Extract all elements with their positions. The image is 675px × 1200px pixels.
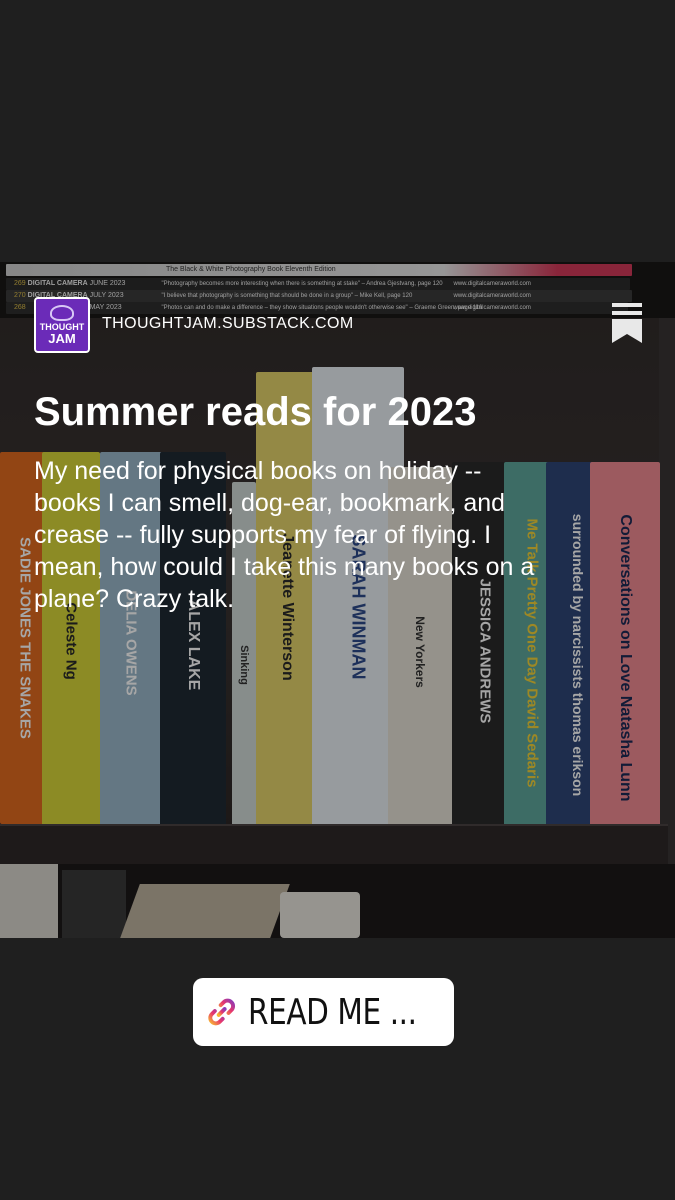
post-excerpt: My need for physical books on holiday --… <box>34 457 535 613</box>
post-title: Summer reads for 2023 <box>34 390 477 434</box>
publication-logo[interactable]: THOUGHT JAM <box>34 297 90 353</box>
logo-text: JAM <box>48 331 76 346</box>
link-icon <box>208 998 236 1026</box>
story-frame: The Black & White Photography Book Eleve… <box>0 0 675 1200</box>
publication-domain[interactable]: THOUGHTJAM.SUBSTACK.COM <box>102 315 354 333</box>
brain-icon <box>50 305 74 321</box>
link-sticker[interactable]: READ ME ... <box>193 978 454 1046</box>
bookmark-icon[interactable] <box>612 303 642 343</box>
read-me-label: READ ME ... <box>248 991 417 1033</box>
